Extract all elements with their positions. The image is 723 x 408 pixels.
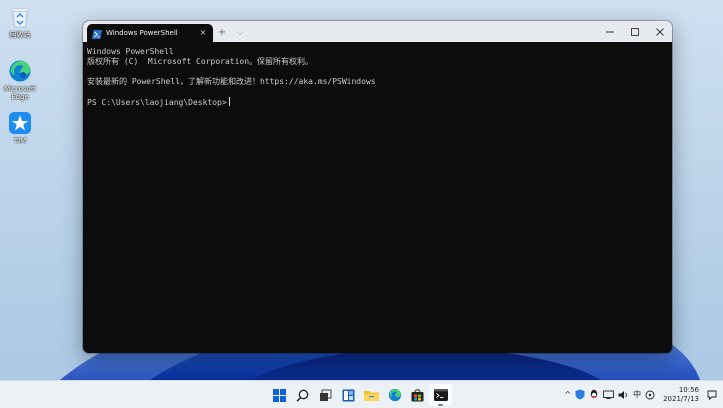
tim-icon [7,110,33,136]
taskbar: ^ 中 10:56 2021/7/13 [0,380,723,408]
clock[interactable]: 10:56 2021/7/13 [663,386,699,404]
edge-icon [7,58,33,84]
file-explorer-button[interactable] [360,384,383,406]
terminal-line: 安装最新的 PowerShell，了解新功能和改进！https://aka.ms… [87,77,376,86]
active-app-indicator [438,404,443,406]
task-view-button[interactable] [314,384,337,406]
title-bar[interactable]: Windows PowerShell × + ⌵ [83,21,672,42]
tab-dropdown-button[interactable]: ⌵ [231,24,249,42]
new-tab-button[interactable]: + [213,24,231,42]
ime-mode-icon[interactable] [645,390,655,400]
tray-overflow-chevron[interactable]: ^ [564,390,571,399]
tim-label: TIM [13,137,27,145]
ime-indicator[interactable]: 中 [633,389,641,400]
start-button[interactable] [268,384,291,406]
tab-title: Windows PowerShell [106,29,178,37]
clock-time: 10:56 [678,385,699,394]
store-bag-icon [411,389,424,402]
edge-icon [388,388,401,402]
terminal-window: Windows PowerShell × + ⌵ Windows PowerSh… [83,21,672,353]
close-icon [655,27,664,36]
search-button[interactable] [291,384,314,406]
widgets-icon [342,389,355,401]
notification-icon[interactable] [707,390,717,400]
system-tray: ^ 中 10:56 2021/7/13 [562,381,723,408]
desktop-icon-recycle-bin[interactable]: 回收站 [0,4,40,39]
terminal-prompt: PS C:\Users\laojiang\Desktop> [87,98,227,107]
edge-taskbar-button[interactable] [383,384,406,406]
tab-windows-powershell[interactable]: Windows PowerShell × [87,24,213,42]
clock-date: 2021/7/13 [663,394,699,403]
desktop-icon-microsoft-edge[interactable]: Microsoft Edge [0,58,40,101]
terminal-icon [433,389,448,401]
network-icon[interactable] [603,390,615,400]
volume-icon[interactable] [618,390,629,400]
terminal-taskbar-button[interactable] [429,384,452,406]
maximize-icon [630,27,639,36]
powershell-icon [92,24,102,43]
minimize-button[interactable] [597,21,622,42]
taskbar-apps [268,384,452,406]
shield-icon[interactable] [575,389,585,400]
windows-logo-icon [273,388,286,402]
caption-buttons [597,21,672,42]
recycle-bin-icon [7,4,33,30]
store-button[interactable] [406,384,429,406]
maximize-button[interactable] [622,21,647,42]
tab-close-icon[interactable]: × [198,29,208,37]
desktop-icon-tim[interactable]: TIM [0,110,40,145]
text-cursor [228,97,230,106]
desktop: 回收站 Microsoft Edge TIM Windows PowerShel… [0,0,723,380]
edge-label: Microsoft Edge [4,85,36,101]
widgets-button[interactable] [337,384,360,406]
qq-icon[interactable] [589,389,599,400]
folder-icon [364,390,379,401]
task-view-icon [320,389,332,401]
close-button[interactable] [647,21,672,42]
terminal-output[interactable]: Windows PowerShell 版权所有 (C) Microsoft Co… [83,42,672,107]
recycle-bin-label: 回收站 [9,31,31,39]
terminal-line: 版权所有 (C) Microsoft Corporation。保留所有权利。 [87,57,314,66]
search-icon [296,389,309,402]
minimize-icon [605,31,614,32]
terminal-line: Windows PowerShell [87,47,174,56]
terminal-prompt-line: PS C:\Users\laojiang\Desktop> [87,97,672,107]
